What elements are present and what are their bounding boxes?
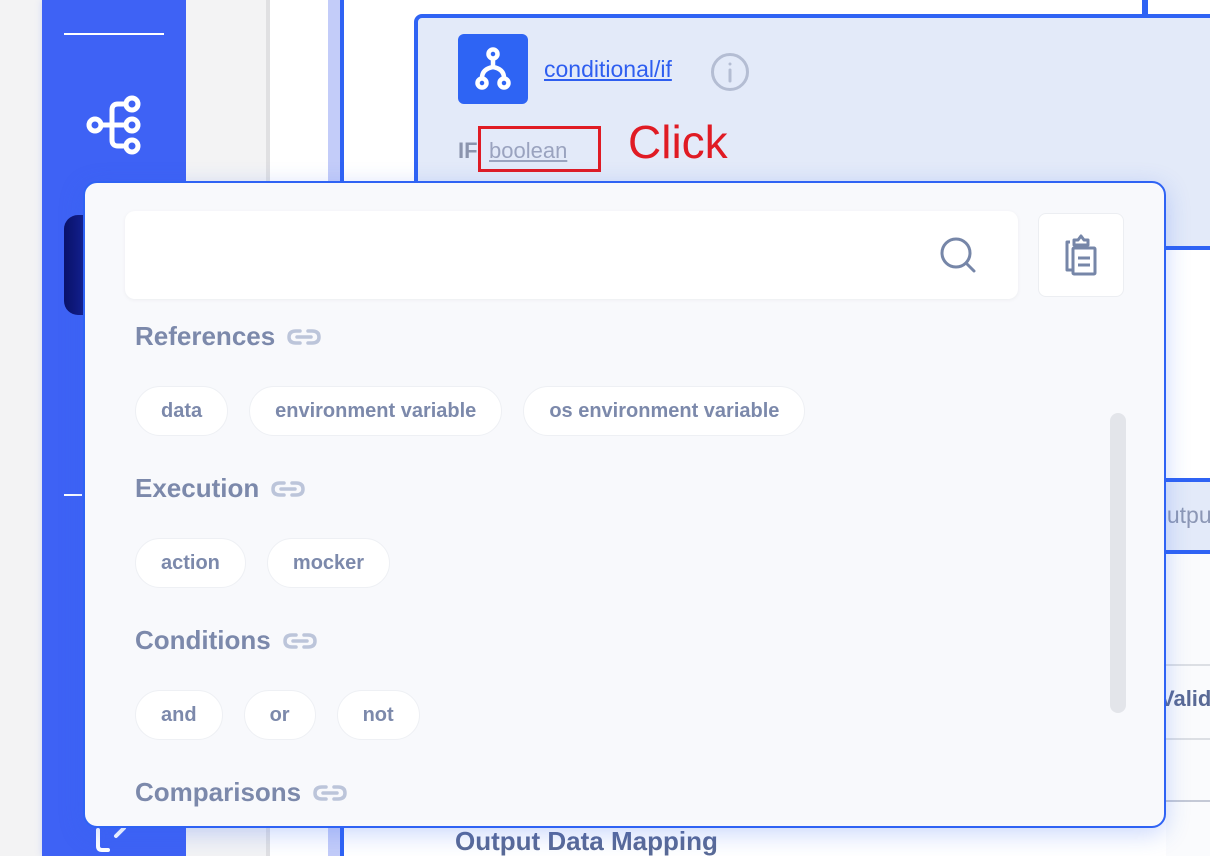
- chip-and[interactable]: and: [135, 690, 223, 740]
- output-data-mapping-title: Output Data Mapping: [455, 826, 718, 856]
- link-icon[interactable]: [271, 480, 306, 498]
- chip-environment-variable[interactable]: environment variable: [249, 386, 503, 436]
- workflow-tree-icon[interactable]: [86, 92, 146, 158]
- sidebar-divider: [64, 494, 82, 496]
- row-divider: [1166, 664, 1210, 666]
- clipboard-icon: [1065, 234, 1097, 276]
- info-icon[interactable]: [710, 52, 750, 92]
- output-tab-label: Output: [1166, 502, 1210, 528]
- section-title-comparisons: Comparisons: [135, 777, 347, 808]
- search-input[interactable]: [125, 211, 925, 299]
- chip-os-environment-variable[interactable]: os environment variable: [523, 386, 806, 436]
- sidebar-divider: [64, 33, 164, 35]
- section-title-conditions: Conditions: [135, 625, 317, 656]
- section-title-label: Execution: [135, 473, 260, 503]
- link-icon[interactable]: [287, 328, 321, 346]
- validate-row[interactable]: Validate: [1166, 686, 1210, 716]
- chip-row-conditions: and or not: [135, 690, 420, 740]
- section-title-execution: Execution: [135, 473, 306, 504]
- chip-not[interactable]: not: [336, 690, 420, 740]
- click-annotation-box: [478, 126, 601, 172]
- chip-data[interactable]: data: [135, 386, 229, 436]
- chip-action[interactable]: action: [135, 538, 246, 588]
- popup-scrollbar[interactable]: [1110, 413, 1126, 713]
- link-icon[interactable]: [313, 784, 347, 802]
- chip-mocker[interactable]: mocker: [266, 538, 391, 588]
- node-panel: [1166, 246, 1210, 482]
- click-annotation-label: Click: [628, 116, 728, 168]
- chip-row-execution: action mocker: [135, 538, 391, 588]
- row-divider: [1166, 800, 1210, 802]
- section-title-label: Conditions: [135, 625, 271, 655]
- chip-row-references: data environment variable os environment…: [135, 386, 806, 436]
- link-icon[interactable]: [283, 632, 317, 650]
- section-title-label: Comparisons: [135, 777, 302, 807]
- if-label: IF: [458, 138, 478, 163]
- section-title-label: References: [135, 321, 276, 351]
- validate-label: Validate: [1166, 686, 1210, 711]
- node-title-link[interactable]: conditional/if: [544, 56, 672, 83]
- chip-or[interactable]: or: [243, 690, 316, 740]
- paste-button[interactable]: [1038, 213, 1124, 297]
- branch-icon: [458, 34, 528, 104]
- search-box: [125, 211, 1018, 299]
- section-title-references: References: [135, 321, 321, 352]
- value-picker-popup: References data environment variable os …: [83, 181, 1166, 828]
- search-icon[interactable]: [940, 237, 978, 275]
- row-divider: [1166, 738, 1210, 740]
- output-tab[interactable]: Output: [1166, 478, 1210, 554]
